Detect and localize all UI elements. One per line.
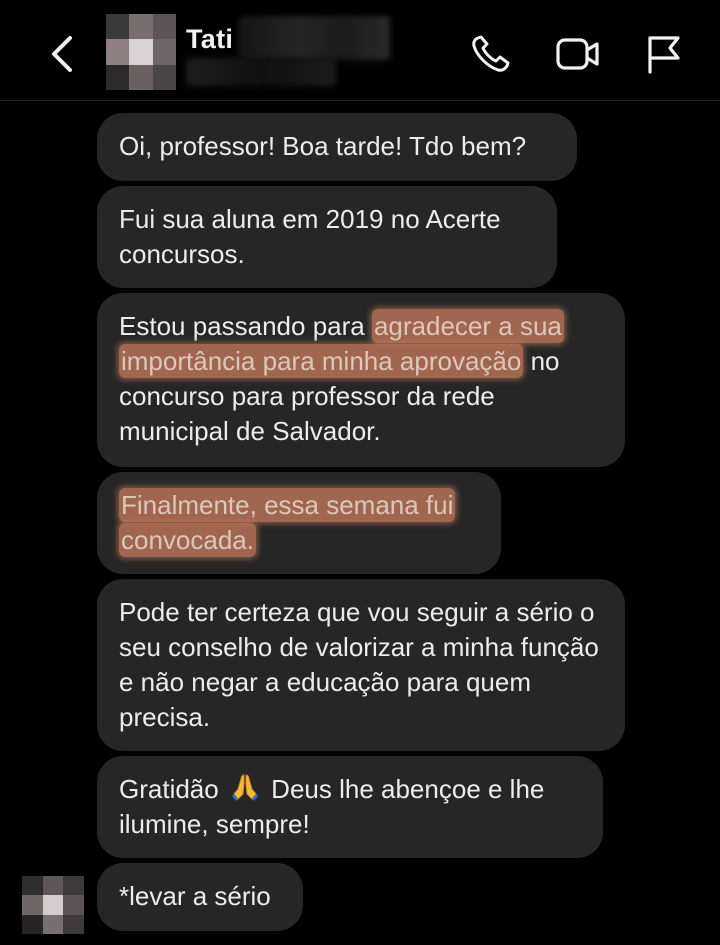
message-bubble[interactable]: Gratidão Deus lhe abençoe e lhe ilumine,…	[97, 756, 603, 858]
video-camera-icon	[556, 38, 599, 70]
message-text: Oi, professor! Boa tarde! Tdo bem?	[119, 131, 527, 161]
folded-hands-icon	[231, 774, 258, 801]
report-button[interactable]	[644, 34, 684, 79]
phone-icon	[472, 35, 510, 72]
back-button[interactable]	[44, 32, 84, 76]
message-text: *levar a sério	[119, 881, 271, 911]
chat-header: Tati	[0, 0, 720, 101]
message-bubble[interactable]: Fui sua aluna em 2019 no Acerte concurso…	[97, 186, 557, 288]
message-bubble[interactable]: Estou passando para agradecer a sua impo…	[97, 293, 625, 467]
message-bubble[interactable]: *levar a sério	[97, 863, 303, 931]
highlighted-text: Finalmente, essa semana fui convocada.	[119, 488, 456, 557]
video-call-button[interactable]	[555, 34, 601, 79]
contact-name[interactable]: Tati	[186, 24, 233, 55]
contact-avatar[interactable]	[106, 14, 176, 90]
message-bubble[interactable]: Oi, professor! Boa tarde! Tdo bem?	[97, 113, 577, 181]
flag-icon	[648, 36, 680, 74]
call-button[interactable]	[470, 34, 514, 79]
message-text: Pode ter certeza que vou seguir a sério …	[119, 597, 599, 732]
message-bubble[interactable]: Finalmente, essa semana fui convocada.	[97, 472, 501, 574]
sender-avatar[interactable]	[22, 876, 84, 934]
message-text: Finalmente, essa semana fui convocada.	[119, 488, 479, 558]
message-text: Estou passando para agradecer a sua impo…	[119, 309, 603, 449]
message-text-part: Estou passando para	[119, 311, 372, 341]
back-icon	[52, 36, 72, 72]
redacted-status	[186, 58, 336, 86]
message-text: Gratidão Deus lhe abençoe e lhe ilumine,…	[119, 772, 581, 842]
redacted-surname	[238, 16, 390, 60]
message-text: Fui sua aluna em 2019 no Acerte concurso…	[119, 204, 501, 269]
message-text-part: Gratidão	[119, 774, 226, 804]
message-bubble[interactable]: Pode ter certeza que vou seguir a sério …	[97, 579, 625, 751]
